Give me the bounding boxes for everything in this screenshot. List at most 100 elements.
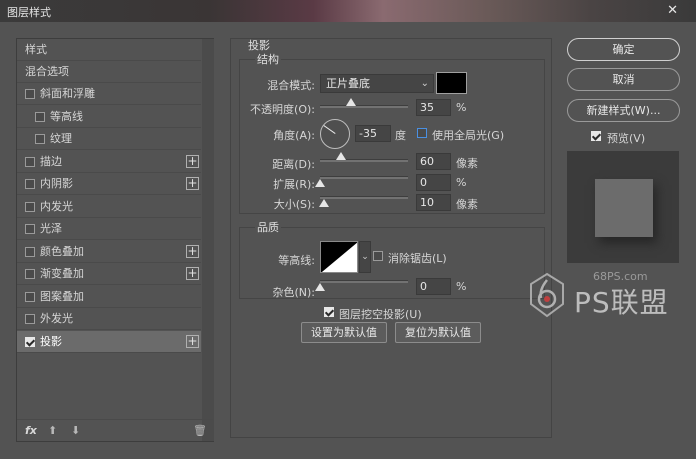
style-item[interactable]: 斜面和浮雕 xyxy=(17,83,201,105)
size-label: 大小(S): xyxy=(273,198,315,211)
style-item[interactable]: 内发光 xyxy=(17,196,201,218)
style-item-label: 颜色叠加 xyxy=(40,244,84,258)
distance-field[interactable]: 60 xyxy=(416,153,451,170)
style-item-checkbox[interactable] xyxy=(25,156,35,167)
contour-dropdown[interactable]: ⌄ xyxy=(359,241,371,273)
style-item-checkbox[interactable] xyxy=(25,179,35,189)
style-item-checkbox[interactable] xyxy=(35,111,45,122)
style-item[interactable]: 投影 + xyxy=(17,330,201,353)
global-light-label: 使用全局光(G) xyxy=(432,129,505,142)
blend-mode-value: 正片叠底 xyxy=(326,77,370,90)
ok-button[interactable]: 确定 xyxy=(567,38,680,61)
size-unit: 像素 xyxy=(456,198,478,211)
angle-unit: 度 xyxy=(395,129,406,142)
anti-alias-label: 消除锯齿(L) xyxy=(388,252,447,265)
distance-label: 距离(D): xyxy=(272,158,315,171)
add-effect-icon[interactable]: + xyxy=(186,334,199,348)
style-item-checkbox[interactable] xyxy=(25,201,35,212)
size-slider-track[interactable] xyxy=(320,196,408,199)
title-bar: 图层样式 ✕ xyxy=(0,0,696,22)
style-item-label: 等高线 xyxy=(50,109,83,123)
angle-dial[interactable] xyxy=(320,119,350,149)
contour-preview[interactable] xyxy=(320,241,358,273)
chevron-down-icon: ⌄ xyxy=(361,252,369,262)
size-field[interactable]: 10 xyxy=(416,194,451,211)
blend-options-item[interactable]: 混合选项 xyxy=(17,61,201,83)
knockout-checkbox[interactable] xyxy=(324,307,334,317)
style-item-label: 投影 xyxy=(40,334,62,348)
angle-dial-hand xyxy=(323,125,336,134)
style-item[interactable]: 描边 + xyxy=(17,151,201,173)
add-effect-icon[interactable]: + xyxy=(186,244,199,258)
style-item-label: 斜面和浮雕 xyxy=(40,87,95,100)
add-effect-icon[interactable]: + xyxy=(186,267,199,280)
watermark-logo-icon xyxy=(530,272,564,318)
opacity-field[interactable]: 35 xyxy=(416,99,451,116)
style-item[interactable]: 图案叠加 xyxy=(17,286,201,308)
style-item-label: 光泽 xyxy=(40,222,62,235)
add-effect-icon[interactable]: + xyxy=(186,177,199,190)
style-item[interactable]: 纹理 xyxy=(17,128,201,150)
size-slider-thumb[interactable] xyxy=(318,199,329,207)
global-light-checkbox[interactable] xyxy=(417,128,427,138)
add-effect-icon[interactable]: + xyxy=(186,154,199,168)
spread-slider-track[interactable] xyxy=(320,176,408,179)
knockout-label: 图层挖空投影(U) xyxy=(339,308,422,321)
preview-checkbox[interactable] xyxy=(591,131,601,141)
window-title: 图层样式 xyxy=(7,6,51,19)
styles-list-scrollbar[interactable] xyxy=(202,39,214,441)
blend-mode-select[interactable]: 正片叠底 ⌄ xyxy=(320,74,434,93)
style-item-checkbox[interactable] xyxy=(25,291,35,302)
style-item-label: 纹理 xyxy=(50,132,72,145)
spread-slider-thumb[interactable] xyxy=(315,179,325,187)
reset-default-button[interactable]: 复位为默认值 xyxy=(395,322,481,343)
spread-field[interactable]: 0 xyxy=(416,174,451,191)
opacity-slider-thumb[interactable] xyxy=(345,98,356,106)
shadow-color-swatch[interactable] xyxy=(436,72,467,94)
styles-list-footer: fx ⬆ ⬇ 🗑 xyxy=(17,419,213,441)
set-default-button[interactable]: 设置为默认值 xyxy=(301,322,387,343)
style-item-checkbox[interactable] xyxy=(25,224,35,234)
style-item-checkbox[interactable] xyxy=(25,246,35,257)
angle-field[interactable]: -35 xyxy=(355,125,391,142)
noise-slider-thumb[interactable] xyxy=(315,283,325,291)
spread-label: 扩展(R): xyxy=(273,178,315,191)
noise-field[interactable]: 0 xyxy=(416,278,451,295)
contour-label: 等高线: xyxy=(278,254,315,267)
style-item-checkbox[interactable] xyxy=(25,314,35,324)
style-preview xyxy=(567,151,679,263)
move-down-icon[interactable]: ⬇ xyxy=(71,424,80,437)
style-item-label: 内阴影 xyxy=(40,177,73,190)
styles-header-label: 样式 xyxy=(25,43,47,56)
style-item-checkbox[interactable] xyxy=(25,89,35,99)
style-item-label: 描边 xyxy=(40,154,62,168)
distance-unit: 像素 xyxy=(456,157,478,170)
style-item-checkbox[interactable] xyxy=(25,336,35,347)
new-style-button[interactable]: 新建样式(W)... xyxy=(567,99,680,122)
style-item[interactable]: 颜色叠加 + xyxy=(17,241,201,263)
close-icon[interactable]: ✕ xyxy=(667,3,678,18)
style-item[interactable]: 等高线 xyxy=(17,106,201,128)
style-item[interactable]: 渐变叠加 + xyxy=(17,263,201,285)
styles-list-panel: 样式 混合选项 斜面和浮雕等高线纹理描边 + 内阴影 + 内发光光泽颜色叠加 + 渐变叠加 +… xyxy=(16,38,214,442)
style-item[interactable]: 外发光 xyxy=(17,308,201,330)
anti-alias-checkbox[interactable] xyxy=(373,251,383,261)
distance-slider-track[interactable] xyxy=(320,159,408,162)
opacity-slider-track[interactable] xyxy=(320,105,408,108)
style-item-label: 渐变叠加 xyxy=(40,267,84,280)
trash-icon[interactable]: 🗑 xyxy=(193,424,207,437)
preview-label: 预览(V) xyxy=(607,132,646,145)
noise-slider-track[interactable] xyxy=(320,280,408,283)
drop-shadow-panel: 投影 结构 混合模式: 正片叠底 ⌄ 不透明度(O): 35 % 角度(A): … xyxy=(230,38,552,438)
fx-icon[interactable]: fx xyxy=(25,424,37,437)
distance-slider-thumb[interactable] xyxy=(336,152,347,160)
style-item-checkbox[interactable] xyxy=(35,134,45,144)
style-item[interactable]: 内阴影 + xyxy=(17,173,201,195)
style-item[interactable]: 光泽 xyxy=(17,218,201,240)
style-preview-swatch xyxy=(595,179,653,237)
move-up-icon[interactable]: ⬆ xyxy=(48,424,57,437)
styles-list-header[interactable]: 样式 xyxy=(17,39,201,61)
style-item-checkbox[interactable] xyxy=(25,269,35,279)
cancel-button[interactable]: 取消 xyxy=(567,68,680,91)
noise-unit: % xyxy=(456,280,467,293)
